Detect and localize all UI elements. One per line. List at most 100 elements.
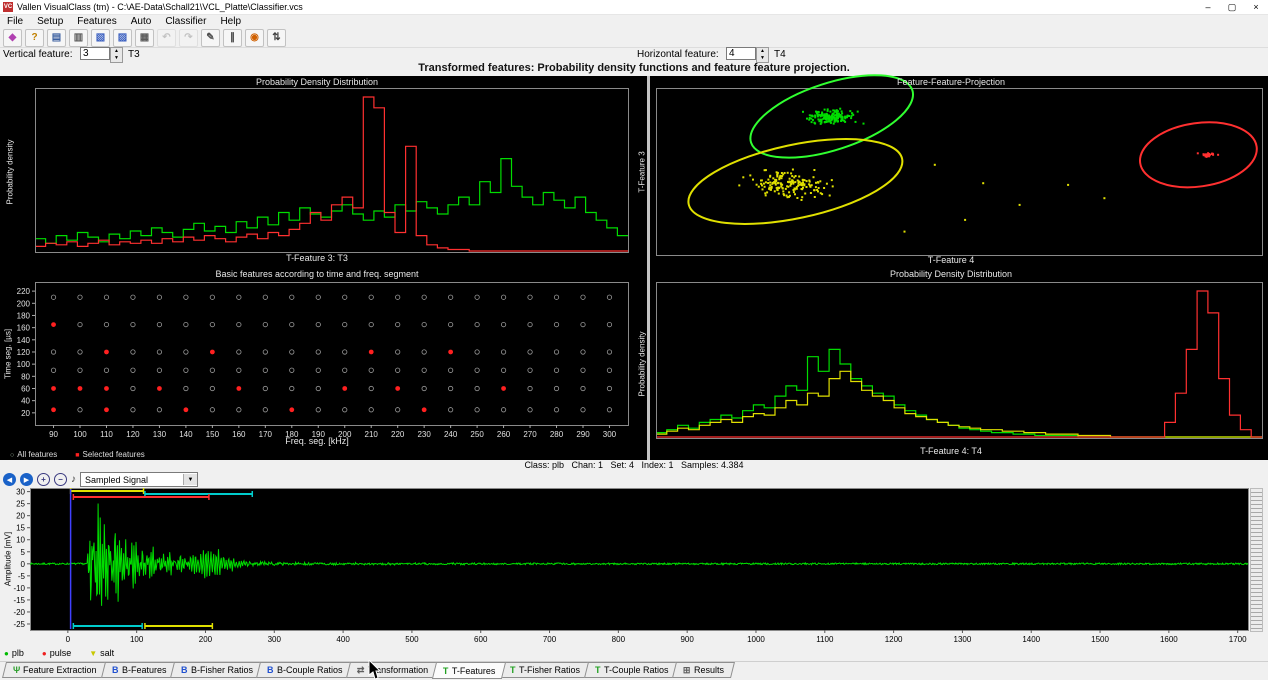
print-icon[interactable]: ▥ [69, 29, 88, 47]
svg-text:1200: 1200 [885, 635, 903, 644]
classifier-run-icon[interactable]: ◉ [245, 29, 264, 47]
chart-preview-1-icon[interactable]: ▧ [91, 29, 110, 47]
segment-grid-ylabel: Time seg. [µs] [4, 329, 13, 379]
svg-text:1700: 1700 [1229, 635, 1247, 644]
vertical-feature-spinner[interactable]: ▲ ▼ [110, 47, 123, 63]
speaker-icon[interactable]: ♪ [71, 474, 76, 485]
window-title: Vallen VisualClass (tm) - C:\AE-Data\Sch… [17, 2, 303, 12]
segment-grid-xlabel: Freq. seg. [kHz] [0, 436, 634, 446]
tab-icon: ⊞ [683, 665, 691, 676]
tab-b-features[interactable]: BB-Features [101, 662, 177, 678]
spin-down-icon[interactable]: ▼ [111, 55, 122, 62]
svg-text:200: 200 [17, 299, 31, 308]
chart-preview-2-icon[interactable]: ▨ [113, 29, 132, 47]
app-window: VC Vallen VisualClass (tm) - C:\AE-Data\… [0, 0, 1268, 680]
tab-feature-extraction[interactable]: ΨFeature Extraction [2, 662, 108, 678]
legend-marker-icon: ▼ [89, 649, 97, 658]
signal-type-value: Sampled Signal [85, 475, 148, 485]
tab-t-couple-ratios[interactable]: TT-Couple Ratios [584, 662, 679, 678]
menu-item[interactable]: Setup [30, 16, 70, 27]
svg-text:140: 140 [17, 336, 31, 345]
svg-text:1100: 1100 [816, 635, 834, 644]
waveform-plot[interactable]: 0100200300400500600700800900100011001200… [0, 487, 1268, 648]
legend-item: ▼salt [89, 648, 114, 658]
svg-text:1000: 1000 [747, 635, 765, 644]
svg-text:100: 100 [130, 635, 144, 644]
tab-icon: ⇄ [357, 665, 365, 676]
save-icon[interactable]: ▤ [47, 29, 66, 47]
undo-icon[interactable]: ↶ [157, 29, 176, 47]
spin-up-icon[interactable]: ▲ [757, 48, 768, 55]
pdf-t4-plot[interactable] [634, 268, 1268, 460]
svg-text:100: 100 [17, 360, 31, 369]
segment-icon[interactable]: ⇅ [267, 29, 286, 47]
classify-icon[interactable]: ◆ [3, 29, 22, 47]
tab-icon: B [112, 665, 119, 675]
svg-text:60: 60 [21, 384, 30, 393]
pdf-t4-xlabel: T-Feature 4: T4 [634, 446, 1268, 456]
menu-item[interactable]: Auto [124, 16, 159, 27]
svg-text:120: 120 [17, 348, 31, 357]
waveform-scrollbar[interactable] [1250, 488, 1263, 632]
zoom-out-icon[interactable]: − [54, 473, 67, 486]
ffp-title: Feature-Feature-Projection [634, 77, 1268, 87]
vertical-feature-name: T3 [128, 49, 140, 60]
bottom-tabs: ΨFeature ExtractionBB-FeaturesBB-Fisher … [0, 661, 1268, 679]
chevron-down-icon[interactable]: ▼ [183, 474, 197, 485]
waveform-panel: 0100200300400500600700800900100011001200… [0, 487, 1268, 648]
tab-results[interactable]: ⊞Results [672, 662, 735, 678]
vertical-feature-input[interactable] [80, 47, 110, 60]
segment-grid-plot[interactable]: 9010011012013014015016017018019020021022… [0, 268, 634, 460]
edit-icon[interactable]: ✎ [201, 29, 220, 47]
waveform-toolbar: ◀ ▶ + − ♪ Sampled Signal ▼ [0, 472, 1268, 487]
svg-text:5: 5 [21, 548, 26, 557]
svg-text:0: 0 [21, 560, 26, 569]
svg-text:600: 600 [474, 635, 488, 644]
minimize-button[interactable]: – [1196, 0, 1220, 14]
svg-text:-25: -25 [13, 620, 25, 629]
menu-item[interactable]: File [0, 16, 30, 27]
all-features-legend: ○All features [10, 450, 57, 459]
svg-text:220: 220 [17, 287, 31, 296]
ffp-xlabel: T-Feature 4 [634, 255, 1268, 265]
close-button[interactable]: × [1244, 0, 1268, 14]
svg-text:0: 0 [66, 635, 71, 644]
spin-up-icon[interactable]: ▲ [111, 48, 122, 55]
tab-t-features[interactable]: TT-Features [432, 662, 506, 679]
menu-item[interactable]: Classifier [158, 16, 213, 27]
redo-icon[interactable]: ↷ [179, 29, 198, 47]
window-layout-icon[interactable]: ▦ [135, 29, 154, 47]
pdf-t3-panel: Probability Density Distribution T-Featu… [0, 76, 634, 268]
pdf-t4-title: Probability Density Distribution [634, 269, 1268, 279]
menu-item[interactable]: Features [70, 16, 123, 27]
signal-type-select[interactable]: Sampled Signal ▼ [80, 472, 198, 487]
horizontal-feature-spinner[interactable]: ▲ ▼ [756, 47, 769, 63]
segment-grid-panel: 9010011012013014015016017018019020021022… [0, 268, 634, 460]
tab-b-couple-ratios[interactable]: BB-Couple Ratios [256, 662, 353, 678]
nav-prev-button[interactable]: ◀ [3, 473, 16, 486]
pdf-t3-plot[interactable] [0, 76, 634, 268]
maximize-button[interactable]: ▢ [1220, 0, 1244, 14]
spin-down-icon[interactable]: ▼ [757, 55, 768, 62]
waveform-ylabel: Amplitude [mV] [4, 532, 13, 586]
titlebar: VC Vallen VisualClass (tm) - C:\AE-Data\… [0, 0, 1268, 15]
tab-transformation[interactable]: ⇄Transformation [346, 662, 439, 678]
svg-text:180: 180 [17, 311, 31, 320]
tab-t-fisher-ratios[interactable]: TT-Fisher Ratios [499, 662, 591, 678]
svg-text:1500: 1500 [1091, 635, 1109, 644]
tab-icon: Ψ [13, 665, 20, 675]
horizontal-feature-input[interactable] [726, 47, 756, 60]
mouse-cursor [368, 660, 382, 680]
pdf-t4-ylabel: Probability density [638, 332, 647, 397]
ffp-plot[interactable] [634, 76, 1268, 268]
zoom-in-icon[interactable]: + [37, 473, 50, 486]
panel-splitter[interactable] [647, 76, 650, 460]
transformation-icon[interactable]: ∥ [223, 29, 242, 47]
nav-next-button[interactable]: ▶ [20, 473, 33, 486]
tab-icon: T [443, 666, 449, 676]
tab-icon: B [267, 665, 274, 675]
feature-control-row: Vertical feature: ▲ ▼ T3 Horizontal feat… [0, 47, 1268, 62]
menu-item[interactable]: Help [213, 16, 248, 27]
help-icon[interactable]: ? [25, 29, 44, 47]
tab-b-fisher-ratios[interactable]: BB-Fisher Ratios [170, 662, 264, 678]
